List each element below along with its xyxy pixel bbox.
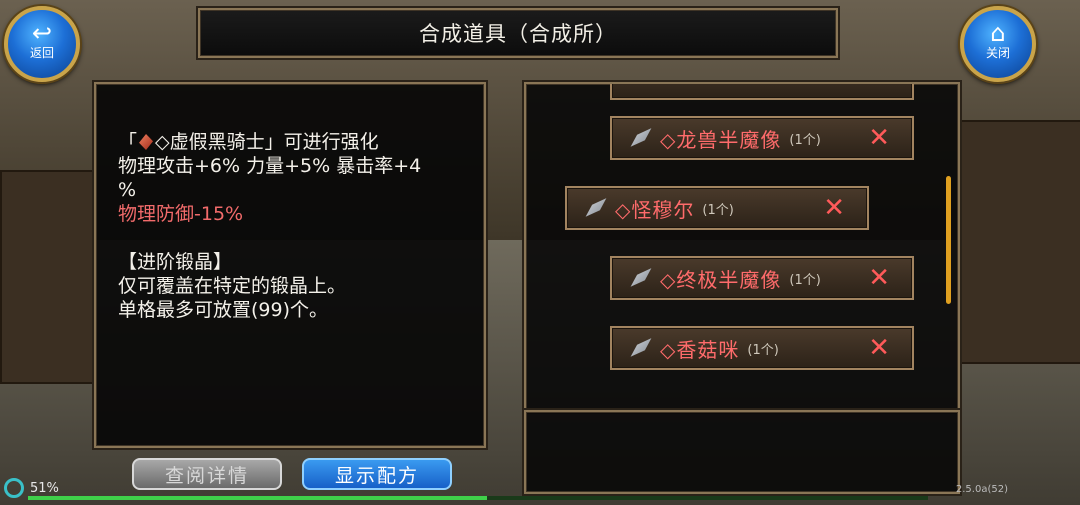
crystal-icon: [139, 134, 154, 150]
info-line-negative: 物理防御-15%: [118, 203, 244, 225]
ingredient-name: ◇终极半魔像: [660, 267, 782, 292]
background-shelf-right: [960, 120, 1080, 364]
info-line-7: 单格最多可放置(99)个。: [118, 299, 329, 321]
back-button-label: 返回: [29, 46, 54, 60]
info-section-heading: 【进阶锻晶】: [118, 251, 233, 273]
ingredient-count: (1个): [747, 342, 779, 358]
window-title-text: 合成道具（合成所）: [419, 22, 617, 46]
ingredient-name: ◇香菇咪: [660, 337, 740, 362]
battery-percent: 51%: [30, 480, 59, 496]
ingredient-list-scrollbar[interactable]: [946, 176, 951, 304]
info-line-1-suffix: 」可进行强化: [264, 131, 379, 153]
ingredient-count: (1个): [702, 202, 734, 218]
info-line-2: 物理攻击+6% 力量+5% 暴击率+4: [118, 155, 422, 177]
feather-icon: [630, 268, 652, 287]
ingredient-slot[interactable]: ◇香菇咪 (1个) ✕: [610, 326, 914, 370]
ingredient-count: (1个): [789, 272, 821, 288]
info-line-1: 「 ◇虚假黑骑士」可进行强化: [118, 130, 466, 154]
result-panel: [524, 410, 960, 494]
background-shelf-left: [0, 170, 96, 384]
ingredient-name: ◇龙兽半魔像: [660, 127, 782, 152]
version-label: 2.5.0a(52): [955, 484, 1008, 495]
feather-icon: [585, 198, 607, 217]
remove-icon[interactable]: ✕: [823, 194, 845, 222]
back-button[interactable]: ↩ 返回: [4, 6, 80, 82]
info-line-3: %: [118, 179, 137, 201]
info-line-1-prefix: 「: [118, 131, 138, 153]
info-line-1-name: ◇虚假黑骑士: [155, 131, 265, 153]
item-info-panel: 「 ◇虚假黑骑士」可进行强化 物理攻击+6% 力量+5% 暴击率+4 % 物理防御…: [94, 82, 486, 448]
ingredient-slot-partial-top: [610, 84, 914, 100]
window-title: 合成道具（合成所）: [198, 8, 838, 58]
progress-bar: [28, 496, 928, 500]
battery-ring-icon: [4, 478, 24, 498]
show-recipe-button[interactable]: 显示配方: [302, 458, 452, 490]
ingredient-count: (1个): [789, 132, 821, 148]
close-button-label: 关闭: [985, 46, 1010, 60]
ingredient-slot[interactable]: ◇龙兽半魔像 (1个) ✕: [610, 116, 914, 160]
view-details-button[interactable]: 查阅详情: [132, 458, 282, 490]
remove-icon[interactable]: ✕: [868, 124, 890, 152]
back-arrow-icon: ↩: [31, 19, 53, 47]
feather-icon: [630, 128, 652, 147]
ingredient-name: ◇怪穆尔: [615, 197, 695, 222]
ingredient-slot[interactable]: ◇怪穆尔 (1个) ✕: [565, 186, 869, 230]
ingredient-slot[interactable]: ◇终极半魔像 (1个) ✕: [610, 256, 914, 300]
close-button[interactable]: ⌂ 关闭: [960, 6, 1036, 82]
remove-icon[interactable]: ✕: [868, 334, 890, 362]
info-line-6: 仅可覆盖在特定的锻晶上。: [118, 275, 347, 297]
home-icon: ⌂: [990, 19, 1006, 47]
progress-fill: [28, 496, 487, 500]
feather-icon: [630, 338, 652, 357]
battery-status: 51%: [4, 478, 59, 498]
remove-icon[interactable]: ✕: [868, 264, 890, 292]
